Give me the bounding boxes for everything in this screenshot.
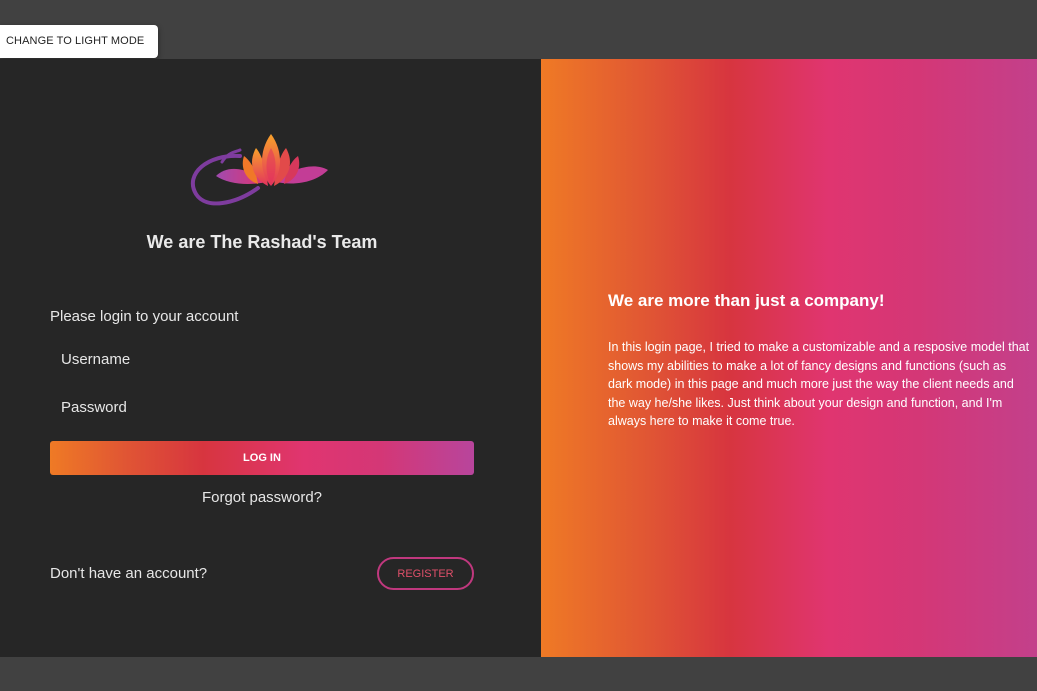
forgot-password-link[interactable]: Forgot password? [0,489,524,506]
change-mode-button[interactable]: CHANGE TO LIGHT MODE [0,25,158,58]
login-button[interactable]: LOG IN [50,441,474,475]
username-input[interactable] [50,344,474,374]
lotus-logo-icon [190,134,328,206]
no-account-label: Don't have an account? [50,565,208,582]
password-input[interactable] [50,392,474,422]
login-panel: We are The Rashad's Team Please login to… [0,59,541,657]
promo-panel: We are more than just a company! In this… [541,59,1037,657]
promo-title: We are more than just a company! [608,291,885,310]
page: CHANGE TO LIGHT MODE We are The Rashad's… [0,0,1037,691]
login-prompt: Please login to your account [50,308,239,325]
register-button[interactable]: REGISTER [377,557,474,590]
login-card: We are The Rashad's Team Please login to… [0,59,1037,657]
team-title: We are The Rashad's Team [146,232,378,252]
promo-description: In this login page, I tried to make a cu… [608,340,1030,428]
